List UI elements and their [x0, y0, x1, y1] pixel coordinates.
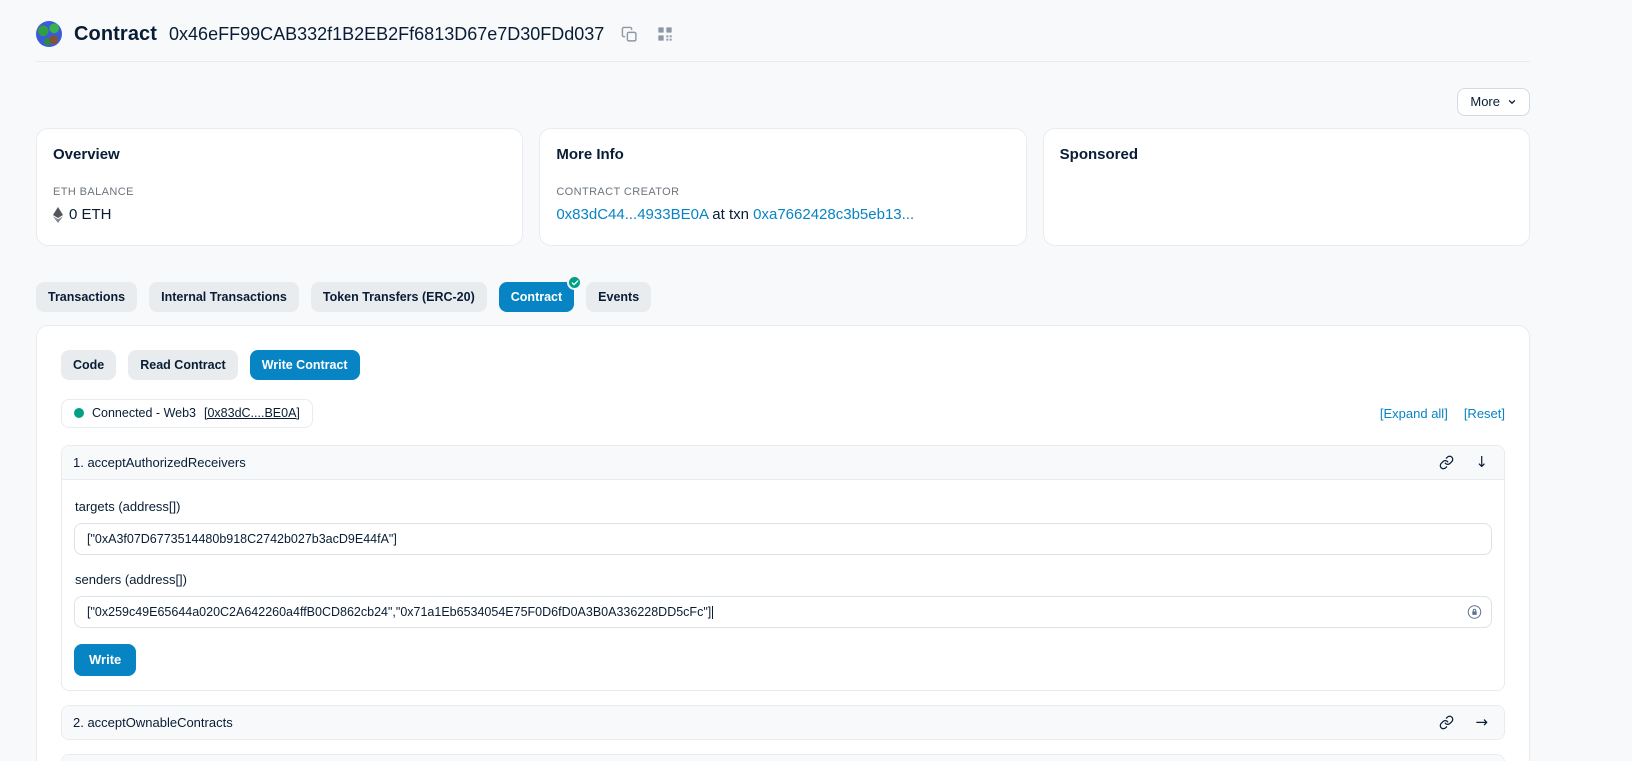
- password-manager-lock-icon[interactable]: [1467, 605, 1482, 620]
- method-item-accept-authorized-receivers: 1. acceptAuthorizedReceivers ↓ targets (…: [61, 445, 1505, 691]
- toolbar: More: [36, 88, 1530, 116]
- write-button[interactable]: Write: [74, 644, 136, 676]
- overview-card-title: Overview: [53, 146, 506, 163]
- page-title: Contract: [74, 23, 157, 46]
- contract-header: Contract 0x46eFF99CAB332f1B2EB2Ff6813D67…: [36, 0, 1530, 62]
- senders-field-label: senders (address[]): [75, 572, 1492, 587]
- copy-address-icon[interactable]: [618, 23, 640, 45]
- overview-card: Overview ETH BALANCE 0 ETH: [36, 128, 523, 246]
- permalink-chain-icon[interactable]: [1439, 455, 1454, 470]
- eth-balance-value-row: 0 ETH: [53, 206, 506, 223]
- targets-input[interactable]: ["0xA3f07D6773514480b918C2742b027b3acD9E…: [74, 523, 1492, 555]
- contract-creator-label: CONTRACT CREATOR: [556, 186, 1009, 198]
- method-header[interactable]: [62, 755, 1504, 761]
- more-button-label: More: [1470, 94, 1500, 109]
- connected-wallet-link[interactable]: [0x83dC....BE0A]: [204, 406, 300, 420]
- targets-field-label: targets (address[]): [75, 499, 1492, 514]
- method-item-accept-ownable-contracts: 2. acceptOwnableContracts →: [61, 705, 1505, 740]
- creation-txn-link[interactable]: 0xa7662428c3b5eb13...: [753, 206, 914, 223]
- more-dropdown-button[interactable]: More: [1457, 88, 1530, 116]
- page-container: Contract 0x46eFF99CAB332f1B2EB2Ff6813D67…: [36, 0, 1530, 761]
- connected-status-text: Connected - Web3: [92, 406, 196, 420]
- tab-events[interactable]: Events: [586, 282, 651, 312]
- ethereum-diamond-icon: [53, 207, 63, 223]
- subtab-code[interactable]: Code: [61, 350, 116, 380]
- method-header-icons: →: [1439, 715, 1488, 730]
- method-title: 2. acceptOwnableContracts: [73, 715, 233, 730]
- method-header[interactable]: 1. acceptAuthorizedReceivers ↓: [62, 446, 1504, 479]
- targets-input-value: ["0xA3f07D6773514480b918C2742b027b3acD9E…: [87, 532, 397, 546]
- senders-input[interactable]: ["0x259c49E65644a020C2A642260a4ffB0CD862…: [74, 596, 1492, 628]
- main-tabs: Transactions Internal Transactions Token…: [36, 282, 1530, 312]
- method-item-partial[interactable]: [61, 754, 1505, 761]
- collapse-arrow-icon[interactable]: ↓: [1475, 455, 1488, 470]
- subtab-write-contract[interactable]: Write Contract: [250, 350, 360, 380]
- chevron-down-icon: [1507, 97, 1517, 107]
- creator-address-link[interactable]: 0x83dC44...4933BE0A: [556, 206, 708, 223]
- method-body: targets (address[]) ["0xA3f07D6773514480…: [62, 479, 1504, 690]
- expand-all-link[interactable]: [Expand all]: [1380, 406, 1448, 421]
- method-header-icons: ↓: [1439, 455, 1488, 470]
- contract-panel: Code Read Contract Write Contract Connec…: [36, 325, 1530, 761]
- senders-input-value: ["0x259c49E65644a020C2A642260a4ffB0CD862…: [87, 605, 711, 619]
- tab-internal-transactions[interactable]: Internal Transactions: [149, 282, 299, 312]
- tab-contract[interactable]: Contract: [499, 282, 574, 312]
- eth-balance-value: 0 ETH: [69, 206, 112, 223]
- tab-contract-label: Contract: [511, 290, 562, 304]
- connect-row: Connected - Web3 [0x83dC....BE0A] [Expan…: [61, 399, 1505, 428]
- info-cards: Overview ETH BALANCE 0 ETH More Info CON…: [36, 128, 1530, 246]
- contract-blockie-avatar: [36, 21, 62, 47]
- text-cursor: [712, 606, 713, 619]
- reset-link[interactable]: [Reset]: [1464, 406, 1505, 421]
- contract-subtabs: Code Read Contract Write Contract: [61, 350, 1505, 380]
- subtab-read-contract[interactable]: Read Contract: [128, 350, 237, 380]
- method-header[interactable]: 2. acceptOwnableContracts →: [62, 706, 1504, 739]
- sponsored-card: Sponsored: [1043, 128, 1530, 246]
- wallet-connect-status[interactable]: Connected - Web3 [0x83dC....BE0A]: [61, 399, 313, 428]
- connected-status-dot-icon: [74, 408, 84, 418]
- qr-code-icon[interactable]: [654, 23, 676, 45]
- contract-address: 0x46eFF99CAB332f1B2EB2Ff6813D67e7D30FDd0…: [169, 24, 604, 45]
- verified-check-icon: [567, 275, 582, 290]
- at-txn-text: at txn: [712, 206, 749, 223]
- eth-balance-label: ETH BALANCE: [53, 186, 506, 198]
- method-title: 1. acceptAuthorizedReceivers: [73, 455, 246, 470]
- more-info-card: More Info CONTRACT CREATOR 0x83dC44...49…: [539, 128, 1026, 246]
- permalink-chain-icon[interactable]: [1439, 715, 1454, 730]
- more-info-card-title: More Info: [556, 146, 1009, 163]
- contract-creator-row: 0x83dC44...4933BE0A at txn 0xa7662428c3b…: [556, 206, 1009, 223]
- sponsored-card-title: Sponsored: [1060, 146, 1513, 163]
- tab-transactions[interactable]: Transactions: [36, 282, 137, 312]
- tab-token-transfers[interactable]: Token Transfers (ERC-20): [311, 282, 487, 312]
- panel-action-links: [Expand all] [Reset]: [1380, 406, 1505, 421]
- expand-arrow-icon[interactable]: →: [1475, 715, 1488, 730]
